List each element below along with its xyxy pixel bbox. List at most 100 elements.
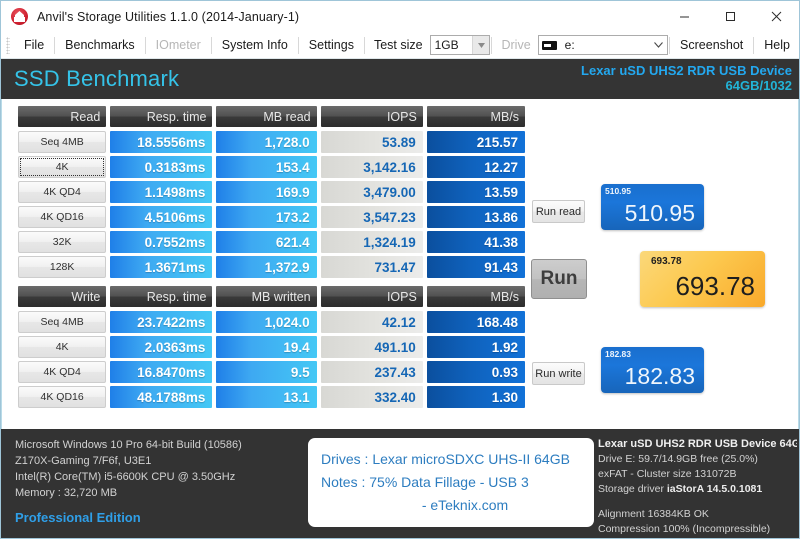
table-row: Seq 4MB18.5556ms1,728.053.89215.57 <box>18 131 525 153</box>
table-row: 4K QD164.5106ms173.23,547.2313.86 <box>18 206 525 228</box>
edition-label: Professional Edition <box>15 510 242 526</box>
test-row-button[interactable]: 4K QD16 <box>18 386 106 408</box>
run-read-button[interactable]: Run read <box>532 200 585 223</box>
drive-select[interactable]: e: <box>538 35 668 55</box>
close-icon[interactable] <box>753 1 799 32</box>
menu-item-help[interactable]: Help <box>755 35 799 55</box>
header-write: Write <box>18 286 106 307</box>
device-info-fs: exFAT - Cluster size 131072B <box>598 467 797 482</box>
menu-item-screenshot[interactable]: Screenshot <box>671 35 752 55</box>
system-info-os: Microsoft Windows 10 Pro 64-bit Build (1… <box>15 437 242 453</box>
cell-iops: 3,547.23 <box>321 206 423 228</box>
cell-mb: 13.1 <box>216 386 316 408</box>
read-results-table: Read Resp. time MB read IOPS MB/s Seq 4M… <box>18 106 525 281</box>
header-resp-time: Resp. time <box>110 106 212 127</box>
cell-iops: 731.47 <box>321 256 423 278</box>
cell-mb: 153.4 <box>216 156 316 178</box>
menu-item-system-info[interactable]: System Info <box>213 35 297 55</box>
menu-divider <box>298 37 299 54</box>
total-score-box: 693.78 693.78 <box>640 251 765 307</box>
cell-resp-time: 2.0363ms <box>110 336 212 358</box>
menu-divider <box>364 37 365 54</box>
cell-iops: 332.40 <box>321 386 423 408</box>
test-row-button[interactable]: 32K <box>18 231 106 253</box>
table-row: 4K0.3183ms153.43,142.1612.27 <box>18 156 525 178</box>
drive-icon <box>542 41 557 50</box>
device-name: Lexar uSD UHS2 RDR USB Device <box>581 64 792 79</box>
header-resp-time: Resp. time <box>110 286 212 307</box>
cell-resp-time: 16.8470ms <box>110 361 212 383</box>
table-header-row: Write Resp. time MB written IOPS MB/s <box>18 286 525 307</box>
toolbar-grip-icon[interactable] <box>6 37 10 54</box>
test-row-button[interactable]: Seq 4MB <box>18 311 106 333</box>
device-info-name: Lexar uSD UHS2 RDR USB Device 64GB, <box>598 437 797 452</box>
chevron-down-icon[interactable] <box>472 36 489 54</box>
write-score-value: 182.83 <box>625 363 695 390</box>
cell-iops: 3,479.00 <box>321 181 423 203</box>
test-size-label: Test size <box>366 38 430 52</box>
cell-mb: 173.2 <box>216 206 316 228</box>
header-mbs: MB/s <box>427 286 525 307</box>
total-score-small: 693.78 <box>651 256 682 267</box>
cell-mb: 9.5 <box>216 361 316 383</box>
chevron-down-icon[interactable] <box>650 36 667 54</box>
cell-mb: 169.9 <box>216 181 316 203</box>
cell-resp-time: 23.7422ms <box>110 311 212 333</box>
menu-item-benchmarks[interactable]: Benchmarks <box>56 35 143 55</box>
header-read: Read <box>18 106 106 127</box>
test-size-value: 1GB <box>431 38 473 52</box>
menu-divider <box>211 37 212 54</box>
write-score-small: 182.83 <box>605 349 631 359</box>
test-row-button[interactable]: 128K <box>18 256 106 278</box>
cell-iops: 53.89 <box>321 131 423 153</box>
test-row-button[interactable]: 4K QD4 <box>18 361 106 383</box>
table-row: 4K QD41.1498ms169.93,479.0013.59 <box>18 181 525 203</box>
footer-panel: Microsoft Windows 10 Pro 64-bit Build (1… <box>1 429 799 538</box>
spacer <box>598 497 797 507</box>
device-info-driver-label: Storage driver <box>598 483 664 495</box>
menu-item-settings[interactable]: Settings <box>300 35 363 55</box>
table-row: Seq 4MB23.7422ms1,024.042.12168.48 <box>18 311 525 333</box>
test-row-button[interactable]: 4K <box>18 336 106 358</box>
cell-mbs: 12.27 <box>427 156 525 178</box>
minimize-icon[interactable] <box>661 1 707 32</box>
benchmark-results-panel: Read Resp. time MB read IOPS MB/s Seq 4M… <box>1 99 799 429</box>
table-row: 4K QD416.8470ms9.5237.430.93 <box>18 361 525 383</box>
device-info-driver: Storage driver iaStorA 14.5.0.1081 <box>598 482 797 497</box>
device-summary: Lexar uSD UHS2 RDR USB Device 64GB/1032 <box>581 64 799 93</box>
system-info-memory: Memory : 32,720 MB <box>15 485 242 501</box>
read-score-small: 510.95 <box>605 186 631 196</box>
benchmark-header-band: SSD Benchmark Lexar uSD UHS2 RDR USB Dev… <box>1 59 799 99</box>
write-results-table: Write Resp. time MB written IOPS MB/s Se… <box>18 286 525 411</box>
menu-divider <box>54 37 55 54</box>
cell-resp-time: 1.3671ms <box>110 256 212 278</box>
test-row-button[interactable]: 4K QD4 <box>18 181 106 203</box>
cell-iops: 491.10 <box>321 336 423 358</box>
test-row-button[interactable]: Seq 4MB <box>18 131 106 153</box>
notes-source: - eTeknix.com <box>394 494 508 517</box>
device-info-alignment: Alignment 16384KB OK <box>598 507 797 522</box>
table-row: 128K1.3671ms1,372.9731.4791.43 <box>18 256 525 278</box>
cell-iops: 1,324.19 <box>321 231 423 253</box>
header-iops: IOPS <box>321 106 423 127</box>
menu-divider <box>753 37 754 54</box>
drive-label: Drive <box>493 38 537 52</box>
cell-mbs: 41.38 <box>427 231 525 253</box>
cell-mbs: 0.93 <box>427 361 525 383</box>
cell-iops: 3,142.16 <box>321 156 423 178</box>
maximize-icon[interactable] <box>707 1 753 32</box>
menu-item-iometer: IOmeter <box>147 35 210 55</box>
test-row-button[interactable]: 4K QD16 <box>18 206 106 228</box>
run-write-button[interactable]: Run write <box>532 362 585 385</box>
cell-mb: 1,024.0 <box>216 311 316 333</box>
table-row: 32K0.7552ms621.41,324.1941.38 <box>18 231 525 253</box>
run-button[interactable]: Run <box>531 259 587 299</box>
test-row-button[interactable]: 4K <box>18 156 106 178</box>
menu-item-file[interactable]: File <box>15 35 53 55</box>
menu-divider <box>145 37 146 54</box>
header-mb-read: MB read <box>216 106 316 127</box>
cell-iops: 42.12 <box>321 311 423 333</box>
notes-drives: Drives : Lexar microSDXC UHS-II 64GB <box>308 448 570 471</box>
cell-mbs: 1.92 <box>427 336 525 358</box>
test-size-select[interactable]: 1GB <box>430 35 491 55</box>
